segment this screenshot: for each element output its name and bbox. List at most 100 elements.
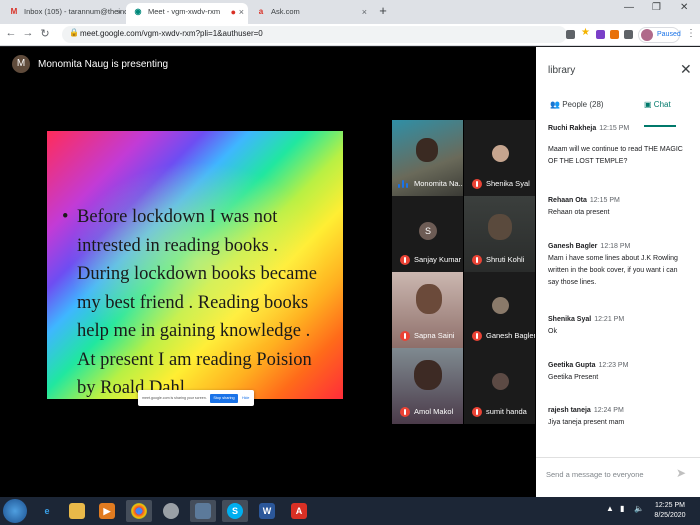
tab-people[interactable]: 👥 People (28) xyxy=(550,100,604,109)
people-tab-label: People (28) xyxy=(562,100,604,109)
participant-initial: S xyxy=(419,222,437,240)
folder-icon xyxy=(69,503,85,519)
shared-screen-slide: • Before lockdown I was not intrested in… xyxy=(47,131,343,399)
participant-video xyxy=(416,138,438,162)
clock-time: 12:25 PM xyxy=(655,502,685,509)
tab-chat[interactable]: ▣ Chat xyxy=(644,100,671,109)
back-icon[interactable]: ← xyxy=(4,27,18,39)
avatar xyxy=(641,29,653,41)
taskbar-ie[interactable]: e xyxy=(34,500,60,522)
minimize-icon[interactable]: — xyxy=(624,2,634,13)
message-time: 12:15 PM xyxy=(599,125,630,132)
chat-message: Ruchi Rakheja 12:15 PM Maam will we conti… xyxy=(548,125,694,168)
participant-video xyxy=(414,360,442,390)
extension-icon[interactable] xyxy=(596,30,605,39)
stop-sharing-button[interactable]: Stop sharing xyxy=(210,394,238,403)
message-time: 12:15 PM xyxy=(589,197,620,204)
participant-tile[interactable]: S Sanjay Kumar xyxy=(392,196,463,272)
extensions-puzzle-icon[interactable] xyxy=(624,30,633,39)
more-menu-icon[interactable]: ⋮ xyxy=(686,28,696,39)
close-tab-icon[interactable]: × xyxy=(117,3,122,21)
windows-taskbar: e ▶ S W A ▲ ▮ 🔈 12:25 PM 8/25/2020 xyxy=(0,497,700,525)
start-button[interactable] xyxy=(3,499,27,523)
profile-button[interactable]: Paused xyxy=(638,27,681,43)
tab-label: Ask.com xyxy=(271,7,300,16)
forward-icon[interactable]: → xyxy=(21,27,35,39)
participant-name: Ganesh Bagler xyxy=(486,331,535,340)
taskbar-media[interactable]: ▶ xyxy=(94,500,120,522)
chat-message: Ganesh Bagler 12:18 PM Mam i have some li… xyxy=(548,243,694,289)
message-line: Ok xyxy=(548,328,557,335)
camera-icon[interactable] xyxy=(566,30,575,39)
hide-button[interactable]: Hide xyxy=(242,396,249,400)
participant-tile[interactable]: sumit handa xyxy=(464,348,535,424)
participant-name: Shruti Kohli xyxy=(486,255,525,264)
address-bar[interactable]: 🔒 meet.google.com/vgm-xwdv-rxm?pli=1&aut… xyxy=(62,26,567,43)
chat-input[interactable]: Send a message to everyone xyxy=(546,470,644,479)
tab-gmail[interactable]: M Inbox (105) - tarannum@theindi × xyxy=(2,3,126,24)
window-close-icon[interactable]: ✕ xyxy=(680,2,688,13)
system-clock[interactable]: 12:25 PM 8/25/2020 xyxy=(652,501,688,521)
extension-icon[interactable] xyxy=(610,30,619,39)
send-icon[interactable]: ➤ xyxy=(676,466,686,480)
presenting-label: Monomita Naug is presenting xyxy=(38,59,169,70)
slide-line: Before lockdown I was not xyxy=(77,207,278,227)
media-player-icon: ▶ xyxy=(99,503,115,519)
clock-date: 8/25/2020 xyxy=(654,512,686,519)
taskbar-chrome-2[interactable] xyxy=(158,500,184,522)
meet-icon: ◉ xyxy=(134,7,142,16)
meeting-stage: M Monomita Naug is presenting • Before l… xyxy=(0,47,536,497)
tab-label: Meet - vgm-xwdv-rxm xyxy=(148,7,221,16)
taskbar-pdf[interactable]: A xyxy=(286,500,312,522)
people-icon: 👥 xyxy=(550,100,560,109)
participant-tile[interactable]: Sapna Saini xyxy=(392,272,463,348)
reload-icon[interactable]: ↻ xyxy=(38,27,52,40)
pdf-icon: A xyxy=(291,503,307,519)
chat-tab-label: Chat xyxy=(653,100,671,109)
taskbar-word[interactable]: W xyxy=(254,500,280,522)
message-line: OF THE LOST TEMPLE? xyxy=(548,158,628,165)
tray-arrow-icon[interactable]: ▲ xyxy=(606,504,614,513)
sender-name: Shenika Syal xyxy=(548,316,592,323)
participant-tile[interactable]: Monomita Na... xyxy=(392,120,463,196)
volume-icon[interactable]: 🔈 xyxy=(634,504,644,513)
chat-icon: ▣ xyxy=(644,100,652,109)
network-icon[interactable]: ▮ xyxy=(620,504,624,513)
sender-name: Ruchi Rakheja xyxy=(548,125,597,132)
mic-muted-icon xyxy=(472,179,482,189)
close-panel-icon[interactable]: ✕ xyxy=(680,61,692,78)
mic-muted-icon xyxy=(400,407,410,417)
message-line: Geetika Present xyxy=(548,374,599,381)
recording-dot-icon: ● xyxy=(230,7,236,17)
star-icon[interactable]: ★ xyxy=(581,27,590,38)
word-icon: W xyxy=(259,503,275,519)
tab-meet[interactable]: ◉ Meet - vgm-xwdv-rxm ● × xyxy=(126,3,248,24)
browser-toolbar: ← → ↻ 🔒 meet.google.com/vgm-xwdv-rxm?pli… xyxy=(0,24,700,46)
sender-name: Geetika Gupta xyxy=(548,362,596,369)
chrome-icon xyxy=(163,503,179,519)
tab-ask[interactable]: a Ask.com × xyxy=(249,3,371,24)
message-line: written in the book cover, if you want i… xyxy=(548,267,678,274)
participant-video xyxy=(416,284,442,314)
participant-avatar xyxy=(492,297,509,314)
maximize-icon[interactable]: ❐ xyxy=(652,2,661,13)
new-tab-button[interactable]: + xyxy=(375,3,391,19)
sender-name: Ganesh Bagler xyxy=(548,243,598,250)
chrome-icon xyxy=(131,503,147,519)
browser-tab-strip: M Inbox (105) - tarannum@theindi × ◉ Mee… xyxy=(0,0,700,24)
side-panel: library ✕ 👥 People (28) ▣ Chat Ruchi Rak… xyxy=(536,47,700,497)
taskbar-chrome[interactable] xyxy=(126,500,152,522)
participant-tile[interactable]: Ganesh Bagler xyxy=(464,272,535,348)
close-tab-icon[interactable]: × xyxy=(362,3,367,21)
slide-line: my best friend . Reading books xyxy=(77,292,309,313)
taskbar-explorer[interactable] xyxy=(64,500,90,522)
slide-line: During lockdown books became xyxy=(77,264,317,284)
close-tab-icon[interactable]: × xyxy=(239,3,244,21)
slide-line: At present I am reading Poision xyxy=(77,349,312,370)
participant-tile[interactable]: Shenika Syal xyxy=(464,120,535,196)
participant-tile[interactable]: Shruti Kohli xyxy=(464,196,535,272)
lock-icon: 🔒 xyxy=(69,28,79,37)
participant-tile[interactable]: Amol Makol xyxy=(392,348,463,424)
taskbar-app[interactable] xyxy=(190,500,216,522)
taskbar-skype[interactable]: S xyxy=(222,500,248,522)
